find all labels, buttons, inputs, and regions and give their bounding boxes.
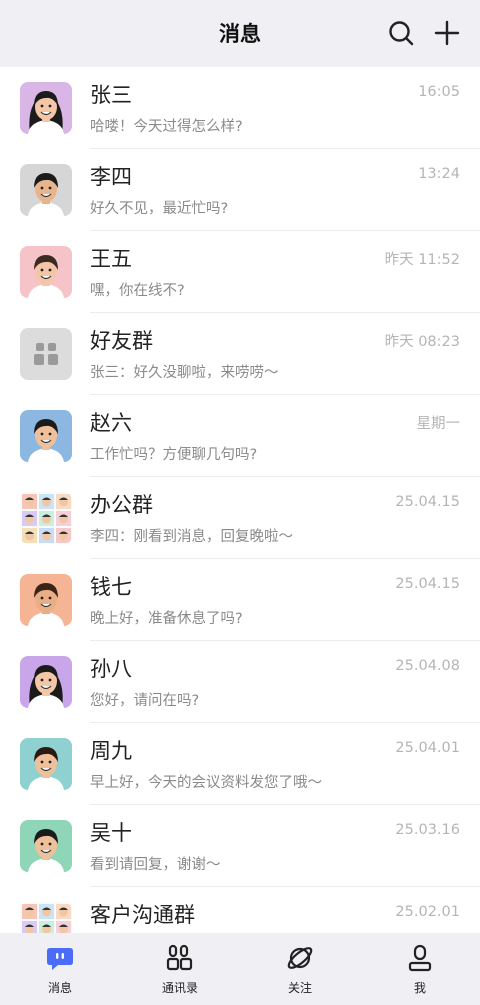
message-time: 25.04.15 <box>395 576 460 592</box>
conversation-item[interactable]: 王五嘿，你在线不? 昨天 11:52 <box>0 231 480 313</box>
avatar <box>20 656 72 708</box>
search-icon[interactable] <box>386 18 416 48</box>
tab-label: 我 <box>413 981 426 995</box>
conversation-list[interactable]: 张三哈喽！今天过得怎么样? 16:05 李四好久不见，最近忙吗? 13:24 王五嘿，你… <box>0 67 480 933</box>
message-time: 25.04.08 <box>395 658 460 674</box>
person-icon <box>408 944 432 972</box>
message-time: 25.03.16 <box>395 822 460 838</box>
planet-icon <box>287 947 313 969</box>
conversation-item[interactable]: 好友群张三：好久没聊啦，来唠唠～ 昨天 08:23 <box>0 313 480 395</box>
conversation-item[interactable]: 李四好久不见，最近忙吗? 13:24 <box>0 149 480 231</box>
message-preview: 看到请回复，谢谢～ <box>90 857 221 873</box>
avatar <box>20 820 72 872</box>
contact-name: 钱七 <box>90 575 132 599</box>
contact-name: 王五 <box>90 247 132 271</box>
message-preview: 工作忙吗？方便聊几句吗? <box>90 447 258 463</box>
tab-label: 消息 <box>47 981 72 995</box>
tab-label: 关注 <box>287 981 312 995</box>
message-preview: 张三：好久没聊啦，来唠唠～ <box>90 365 279 381</box>
conversation-item[interactable]: 周九早上好，今天的会议资料发您了哦～ 25.04.01 <box>0 723 480 805</box>
message-preview: 嘿，你在线不? <box>90 283 185 299</box>
message-time: 25.02.01 <box>395 904 460 920</box>
message-time: 13:24 <box>418 166 460 182</box>
plus-icon[interactable] <box>432 18 462 48</box>
message-time: 昨天 08:23 <box>384 334 460 350</box>
message-preview: 李四：刚看到消息，回复晚啦～ <box>90 529 293 545</box>
avatar <box>20 574 72 626</box>
avatar <box>20 902 72 933</box>
contacts-icon <box>166 944 193 971</box>
conversation-item[interactable]: 赵六工作忙吗？方便聊几句吗? 星期一 <box>0 395 480 477</box>
avatar <box>20 82 72 134</box>
tab-label: 通讯录 <box>161 981 198 995</box>
avatar <box>20 410 72 462</box>
message-preview: 您好，请问在吗? <box>90 693 200 709</box>
conversation-item[interactable]: 孙八您好，请问在吗? 25.04.08 <box>0 641 480 723</box>
avatar <box>20 328 72 380</box>
message-preview: 哈喽！今天过得怎么样? <box>90 119 243 135</box>
avatar <box>20 246 72 298</box>
avatar <box>20 164 72 216</box>
avatar <box>20 738 72 790</box>
conversation-item[interactable]: 客户沟通群 25.02.01 <box>0 887 480 933</box>
message-time: 25.04.01 <box>395 740 460 756</box>
tab-messages[interactable]: 消息 <box>0 933 120 1005</box>
conversation-item[interactable]: 张三哈喽！今天过得怎么样? 16:05 <box>0 67 480 149</box>
conversation-item[interactable]: 钱七晚上好，准备休息了吗? 25.04.15 <box>0 559 480 641</box>
contact-name: 办公群 <box>90 493 153 517</box>
message-time: 昨天 11:52 <box>384 252 460 268</box>
message-preview: 早上好，今天的会议资料发您了哦～ <box>90 775 322 791</box>
contact-name: 周九 <box>90 739 132 763</box>
bottom-tab-bar: 消息 通讯录 关注 我 <box>0 933 480 1005</box>
message-time: 16:05 <box>418 84 460 100</box>
top-bar: 消息 <box>0 0 480 67</box>
contact-name: 李四 <box>90 165 132 189</box>
contact-name: 赵六 <box>90 411 132 435</box>
message-preview: 晚上好，准备休息了吗? <box>90 611 243 627</box>
conversation-item[interactable]: 办公群李四：刚看到消息，回复晚啦～ 25.04.15 <box>0 477 480 559</box>
contact-name: 客户沟通群 <box>90 903 195 927</box>
tab-contacts[interactable]: 通讯录 <box>120 933 240 1005</box>
message-time: 25.04.15 <box>395 494 460 510</box>
contact-name: 孙八 <box>90 657 132 681</box>
conversation-item[interactable]: 吴十看到请回复，谢谢～ 25.03.16 <box>0 805 480 887</box>
tab-follow[interactable]: 关注 <box>240 933 360 1005</box>
tab-me[interactable]: 我 <box>360 933 480 1005</box>
message-time: 星期一 <box>416 416 461 432</box>
contact-name: 吴十 <box>90 821 132 845</box>
contact-name: 好友群 <box>90 329 153 353</box>
avatar <box>20 492 72 544</box>
chat-bubble-icon <box>47 948 73 970</box>
contact-name: 张三 <box>90 83 132 107</box>
message-preview: 好久不见，最近忙吗? <box>90 201 229 217</box>
